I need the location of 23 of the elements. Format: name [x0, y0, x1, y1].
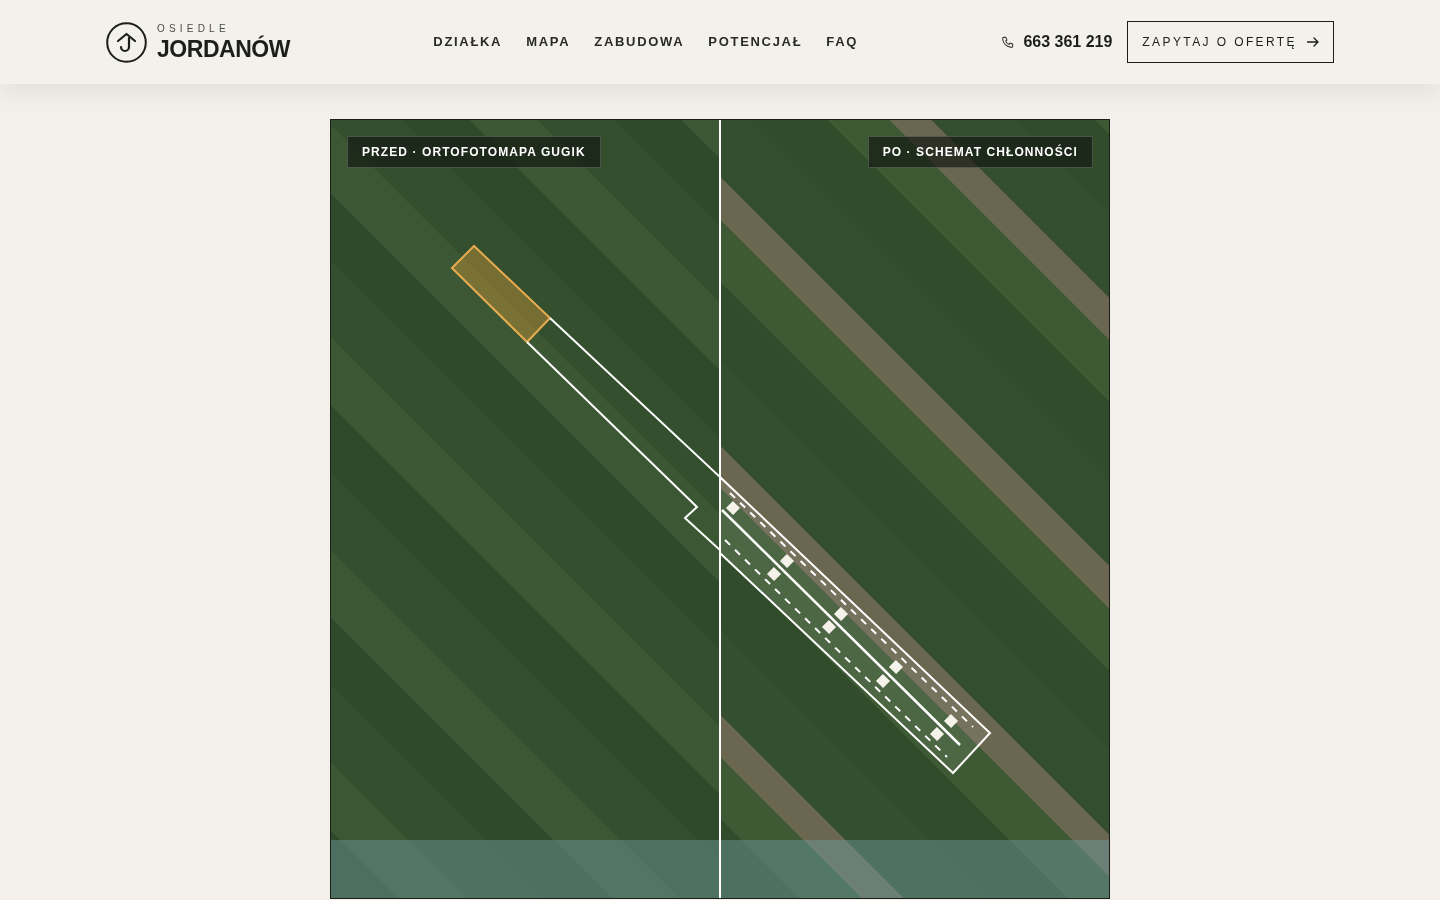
- logo-wordmark: JORDANÓW: [157, 37, 291, 61]
- nav-link[interactable]: DZIAŁKA: [433, 32, 503, 52]
- nav-link[interactable]: POTENCJAŁ: [708, 32, 803, 52]
- before-label: PRZED · ORTOFOTOMAPA GUGIK: [347, 136, 601, 168]
- arrow-right-icon: [1307, 37, 1319, 47]
- house-marker: [875, 673, 891, 689]
- phone-icon: [1001, 35, 1015, 49]
- house-marker: [943, 713, 959, 729]
- logo-icon[interactable]: [106, 21, 147, 63]
- house-marker: [725, 500, 741, 516]
- house-marker: [929, 726, 945, 742]
- house-marker: [833, 606, 849, 622]
- house-marker: [888, 659, 904, 675]
- nav-link[interactable]: FAQ: [826, 32, 859, 52]
- logo-subtitle: OSIEDLE: [157, 23, 231, 34]
- after-label: PO · SCHEMAT CHŁONNOŚCI: [867, 136, 1093, 168]
- house-marker: [779, 553, 795, 569]
- house-marker: [766, 566, 782, 582]
- nav-link[interactable]: MAPA: [526, 32, 571, 52]
- offer-button[interactable]: ZAPYTAJ O OFERTĘ: [1127, 21, 1334, 63]
- phone-link[interactable]: 663 361 219: [1023, 30, 1113, 54]
- nav-link[interactable]: ZABUDOWA: [594, 32, 685, 52]
- house-marker: [821, 619, 837, 635]
